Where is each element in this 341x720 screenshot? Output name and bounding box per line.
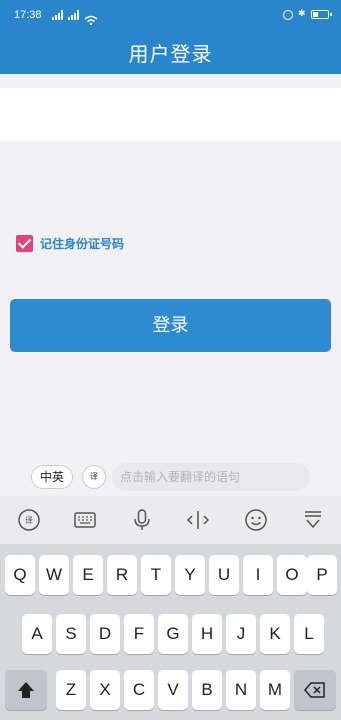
key-c[interactable]: C [124,670,154,710]
key-s[interactable]: S [56,614,86,654]
key-p[interactable]: P [307,555,337,595]
microphone-icon[interactable] [130,508,154,532]
battery-icon [311,10,332,19]
keyboard-icon[interactable] [73,508,97,532]
key-t[interactable]: T [141,555,171,595]
checkbox-checked-icon[interactable] [16,235,33,252]
login-button[interactable]: 登录 [10,299,331,352]
title-bar: 用户登录 [0,32,341,74]
alarm-icon [283,9,293,20]
key-i[interactable]: I [243,555,273,595]
key-d[interactable]: D [90,614,120,654]
emoji-icon[interactable] [244,508,268,532]
translate-mode-icon[interactable]: 译 [82,465,106,489]
key-l[interactable]: L [294,614,324,654]
signal-icon [52,10,66,20]
key-f[interactable]: F [124,614,154,654]
wifi-icon [84,10,98,26]
key-u[interactable]: U [209,555,239,595]
key-o[interactable]: O [277,555,307,595]
signal-icon-2 [68,10,82,20]
key-k[interactable]: K [260,614,290,654]
key-h[interactable]: H [192,614,222,654]
translate-icon[interactable]: 译 [17,508,41,532]
key-r[interactable]: R [107,555,137,595]
key-g[interactable]: G [158,614,188,654]
status-time: 17:38 [14,9,42,21]
cursor-icon[interactable] [186,508,210,532]
translate-input[interactable]: 点击输入要翻译的语句 [112,463,310,491]
svg-text:译: 译 [25,516,33,525]
key-y[interactable]: Y [175,555,205,595]
key-z[interactable]: Z [56,670,86,710]
keyboard: Q W E R T Y U I O P A S D F G H J K L Z … [0,544,341,720]
key-v[interactable]: V [158,670,188,710]
shift-icon [18,682,34,698]
key-e[interactable]: E [73,555,103,595]
remember-id-label: 记住身份证号码 [40,237,125,251]
id-number-input[interactable] [0,88,341,141]
key-x[interactable]: X [90,670,120,710]
key-w[interactable]: W [39,555,69,595]
backspace-icon [304,682,325,698]
translate-bar: 中英 译 点击输入要翻译的语句 [0,458,341,496]
bluetooth-icon: ✱ [298,9,306,19]
delete-key[interactable] [294,670,336,710]
keyboard-toolbar: 译 [0,496,341,544]
status-bar: 17:38 ✱ [0,0,341,32]
key-j[interactable]: J [226,614,256,654]
remember-id-checkbox[interactable]: 记住身份证号码 [16,235,124,252]
key-m[interactable]: M [260,670,290,710]
key-q[interactable]: Q [5,555,35,595]
key-b[interactable]: B [192,670,222,710]
language-toggle-button[interactable]: 中英 [31,465,73,489]
shift-key[interactable] [5,670,47,710]
key-a[interactable]: A [22,614,52,654]
page-title: 用户登录 [128,42,213,66]
key-n[interactable]: N [226,670,256,710]
collapse-keyboard-icon[interactable] [301,508,325,532]
